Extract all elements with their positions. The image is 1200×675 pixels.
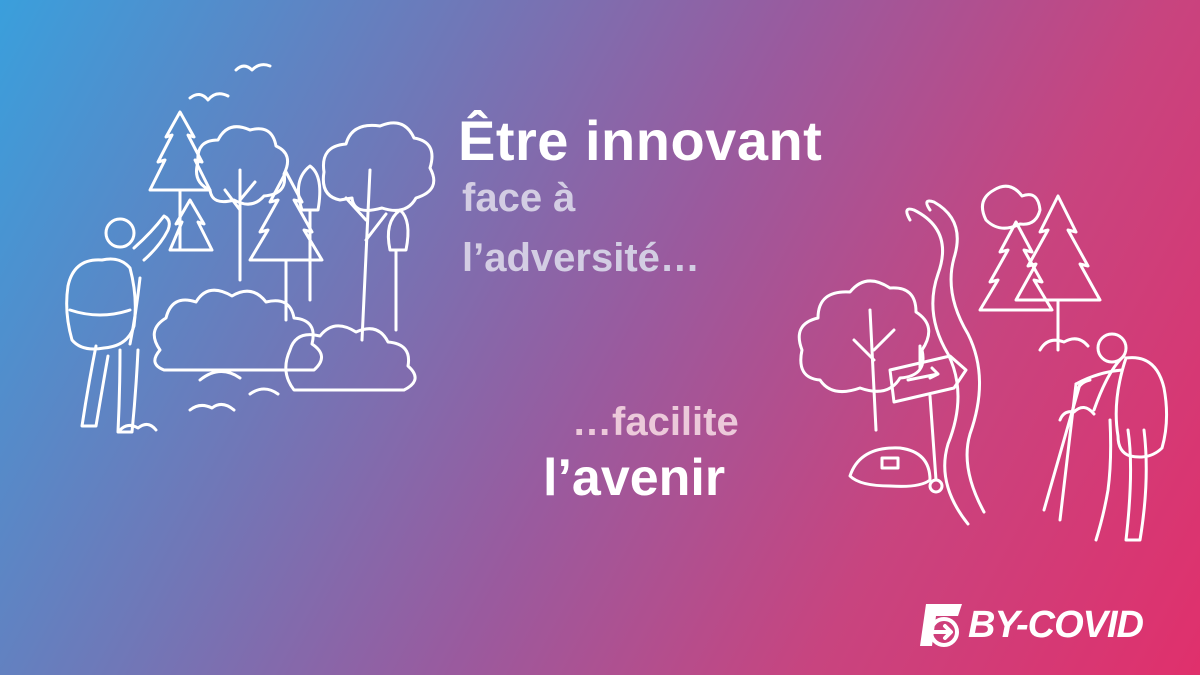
headline-line-4: …facilite bbox=[572, 400, 739, 444]
headline-line-1: Être innovant bbox=[458, 109, 823, 172]
headline-line-2: face à bbox=[462, 176, 576, 220]
banner: Être innovant face à l’adversité… …facil… bbox=[0, 0, 1200, 675]
headline-line-5: l’avenir bbox=[543, 449, 726, 507]
by-covid-logo: BY-COVID bbox=[918, 598, 1158, 652]
hiker-signpost-illustration bbox=[797, 184, 1169, 542]
logo-text: BY-COVID bbox=[968, 603, 1144, 646]
logo-arrow-icon bbox=[920, 604, 962, 647]
headline-line-3: l’adversité… bbox=[462, 236, 700, 280]
hiker-forest-illustration bbox=[65, 63, 436, 434]
